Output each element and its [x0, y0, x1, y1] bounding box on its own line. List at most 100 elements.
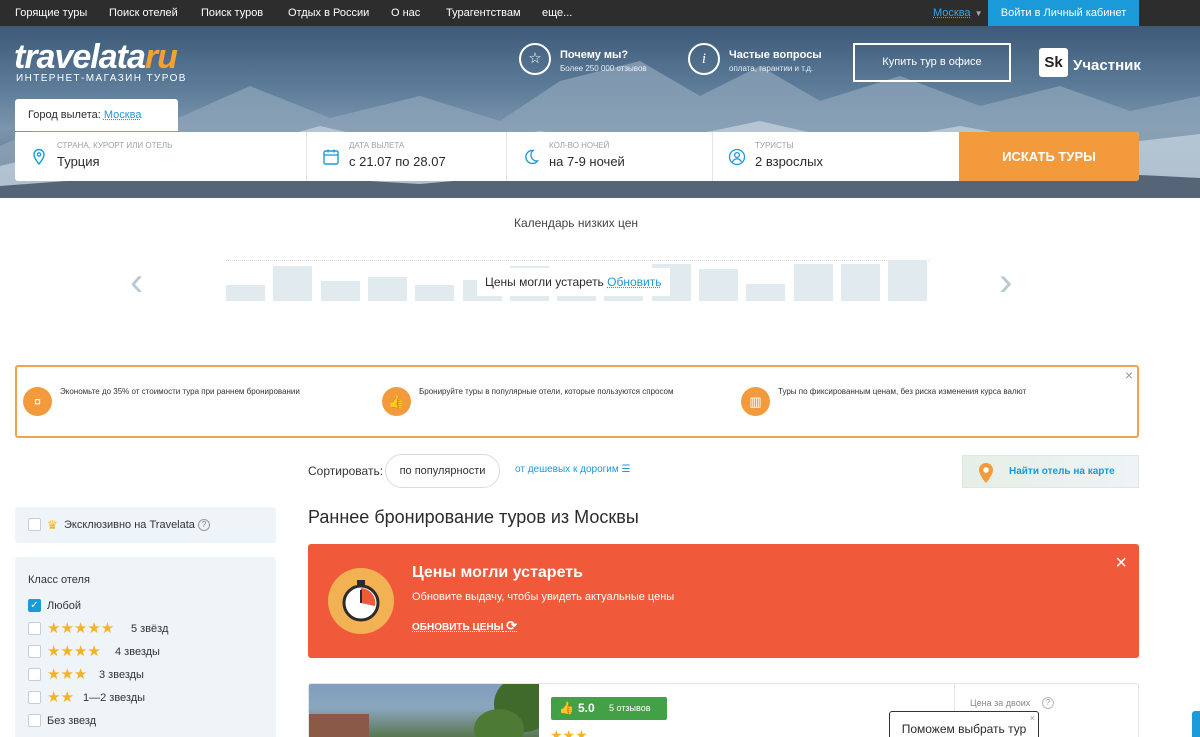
calendar-price-bar[interactable]: [321, 281, 360, 301]
help-choose-popup[interactable]: × Поможем выбрать тур: [889, 711, 1039, 737]
thumbs-up-icon: 👍: [382, 387, 411, 416]
nav-agencies[interactable]: Турагентствам: [446, 7, 521, 19]
location-pin-icon: [30, 148, 48, 166]
hotel-class-filter: Класс отеля ✓ Любой ★★★★★ 5 звёзд ★★★★ 4…: [15, 557, 276, 737]
login-button[interactable]: Войти в Личный кабинет: [988, 0, 1139, 26]
sort-popularity-button[interactable]: по популярности: [385, 454, 500, 488]
calendar-dotted-line: [226, 260, 929, 261]
thumbs-up-icon: 👍: [559, 701, 574, 715]
class-any-checkbox[interactable]: ✓: [28, 599, 41, 612]
star-icon: ☆: [519, 43, 551, 75]
crown-icon: ♛: [47, 518, 58, 532]
calendar-price-bar[interactable]: [841, 264, 880, 301]
nav-russia[interactable]: Отдых в России: [288, 7, 369, 19]
search-form: СТРАНА, КУРОРТ ИЛИ ОТЕЛЬ Турция ДАТА ВЫЛ…: [15, 132, 1139, 181]
calendar-price-bar[interactable]: [888, 260, 927, 301]
nav-about[interactable]: О нас: [391, 7, 420, 19]
search-tours-button[interactable]: ИСКАТЬ ТУРЫ: [959, 132, 1139, 181]
buy-in-office-button[interactable]: Купить тур в офисе: [853, 43, 1011, 82]
top-nav: Горящие туры Поиск отелей Поиск туров От…: [0, 0, 1200, 26]
calendar-price-bar[interactable]: [368, 277, 407, 301]
user-icon: [728, 148, 746, 166]
exclusive-checkbox[interactable]: [28, 518, 41, 531]
calendar-price-bar[interactable]: [415, 285, 454, 301]
departure-label: Город вылета:: [28, 109, 101, 121]
class-5-checkbox[interactable]: [28, 622, 41, 635]
calendar-icon: [322, 148, 340, 166]
nav-hot-tours[interactable]: Горящие туры: [15, 7, 87, 19]
popup-close-icon[interactable]: ×: [1030, 701, 1035, 735]
calendar-outdated-note: Цены могли устареть Обновить: [477, 268, 670, 296]
side-chat-tab[interactable]: [1192, 711, 1200, 737]
nav-more[interactable]: еще...: [542, 7, 572, 19]
hotel-class-title: Класс отеля: [28, 574, 90, 586]
reviews-link[interactable]: 5 отзывов: [609, 703, 651, 713]
moon-icon: [522, 148, 540, 166]
calendar-price-bar[interactable]: [226, 285, 265, 301]
why-title: Почему мы?: [560, 49, 628, 61]
refresh-icon: ⟳: [506, 618, 517, 633]
logo-subtitle: ИНТЕРНЕТ-МАГАЗИН ТУРОВ: [16, 73, 187, 84]
calendar-price-bar[interactable]: [699, 269, 738, 301]
tourists-field[interactable]: ТУРИСТЫ 2 взрослых: [713, 132, 959, 181]
why-us[interactable]: ☆ Почему мы? Более 250 000 отзывов: [519, 43, 669, 79]
destination-field[interactable]: СТРАНА, КУРОРТ ИЛИ ОТЕЛЬ Турция: [15, 132, 307, 181]
five-stars-icon: ★★★★★: [47, 622, 114, 636]
tourists-value: 2 взрослых: [755, 154, 823, 169]
calendar-prev-icon[interactable]: ‹: [130, 262, 143, 302]
banner-close-icon[interactable]: ×: [1115, 552, 1127, 575]
calendar-price-bar[interactable]: [273, 266, 312, 301]
price-help-icon[interactable]: ?: [1042, 697, 1054, 709]
hotel-photo[interactable]: [309, 684, 539, 737]
chart-icon: ▥: [741, 387, 770, 416]
skolkovo-logo-icon: Sk: [1039, 48, 1068, 77]
two-stars-icon: ★★: [47, 691, 74, 705]
nav-hotel-search[interactable]: Поиск отелей: [109, 7, 178, 19]
sort-icon: ☰: [622, 464, 631, 475]
city-selector[interactable]: Москва ▼: [933, 7, 982, 19]
exclusive-label: Эксклюзивно на Travelata: [64, 519, 195, 531]
promo-box: × ¤ Экономьте до 35% от стоимости тура п…: [15, 365, 1139, 438]
logo[interactable]: travelataru: [14, 38, 177, 77]
low-price-calendar-title: Календарь низких цен: [0, 216, 1152, 230]
nights-field[interactable]: КОЛ-ВО НОЧЕЙ на 7-9 ночей: [507, 132, 713, 181]
class-1-2-checkbox[interactable]: [28, 691, 41, 704]
faq-title: Частые вопросы: [729, 49, 822, 61]
class-none-checkbox[interactable]: [28, 714, 41, 727]
three-stars-icon: ★★★: [47, 668, 87, 682]
price-label: Цена за двоих: [970, 698, 1030, 708]
destination-value: Турция: [57, 154, 100, 169]
faq-subtitle: оплата, гарантии и т.д.: [729, 64, 813, 73]
refresh-prices-link[interactable]: ОБНОВИТЬ ЦЕНЫ ⟳: [412, 618, 517, 634]
calendar-price-bar[interactable]: [794, 264, 833, 301]
help-icon[interactable]: ?: [198, 519, 210, 531]
departure-city: Город вылета: Москва: [15, 99, 178, 131]
sort-price-link[interactable]: от дешевых к дорогим ☰: [515, 464, 631, 475]
banner-subtitle: Обновите выдачу, чтобы увидеть актуальны…: [412, 591, 674, 603]
hotel-stars-icon: ★★★: [550, 727, 588, 737]
calendar-refresh-link[interactable]: Обновить: [607, 275, 661, 289]
exclusive-filter[interactable]: ♛ Эксклюзивно на Travelata ?: [15, 507, 276, 543]
calendar-price-bar[interactable]: [746, 284, 785, 301]
why-subtitle: Более 250 000 отзывов: [560, 64, 647, 73]
departure-city-link[interactable]: Москва: [104, 109, 142, 121]
class-3-checkbox[interactable]: [28, 668, 41, 681]
chevron-down-icon: ▼: [975, 9, 983, 18]
calendar-next-icon[interactable]: ›: [999, 262, 1012, 302]
sort-label: Сортировать:: [308, 464, 383, 478]
outdated-prices-banner: Цены могли устареть Обновите выдачу, что…: [308, 544, 1139, 658]
info-icon: i: [688, 43, 720, 75]
stopwatch-icon: [328, 568, 394, 634]
four-stars-icon: ★★★★: [47, 645, 101, 659]
city-label: Москва: [933, 7, 971, 19]
banner-title: Цены могли устареть: [412, 564, 583, 582]
find-on-map-button[interactable]: Найти отель на карте: [962, 455, 1139, 488]
date-value: с 21.07 по 28.07: [349, 154, 446, 169]
nav-tour-search[interactable]: Поиск туров: [201, 7, 263, 19]
faq[interactable]: i Частые вопросы оплата, гарантии и т.д.: [688, 43, 838, 79]
hero-header: travelataru ИНТЕРНЕТ-МАГАЗИН ТУРОВ ☆ Поч…: [0, 26, 1200, 198]
class-4-checkbox[interactable]: [28, 645, 41, 658]
close-icon[interactable]: ×: [1125, 367, 1133, 383]
date-field[interactable]: ДАТА ВЫЛЕТА с 21.07 по 28.07: [307, 132, 507, 181]
results-title: Раннее бронирование туров из Москвы: [308, 507, 639, 528]
